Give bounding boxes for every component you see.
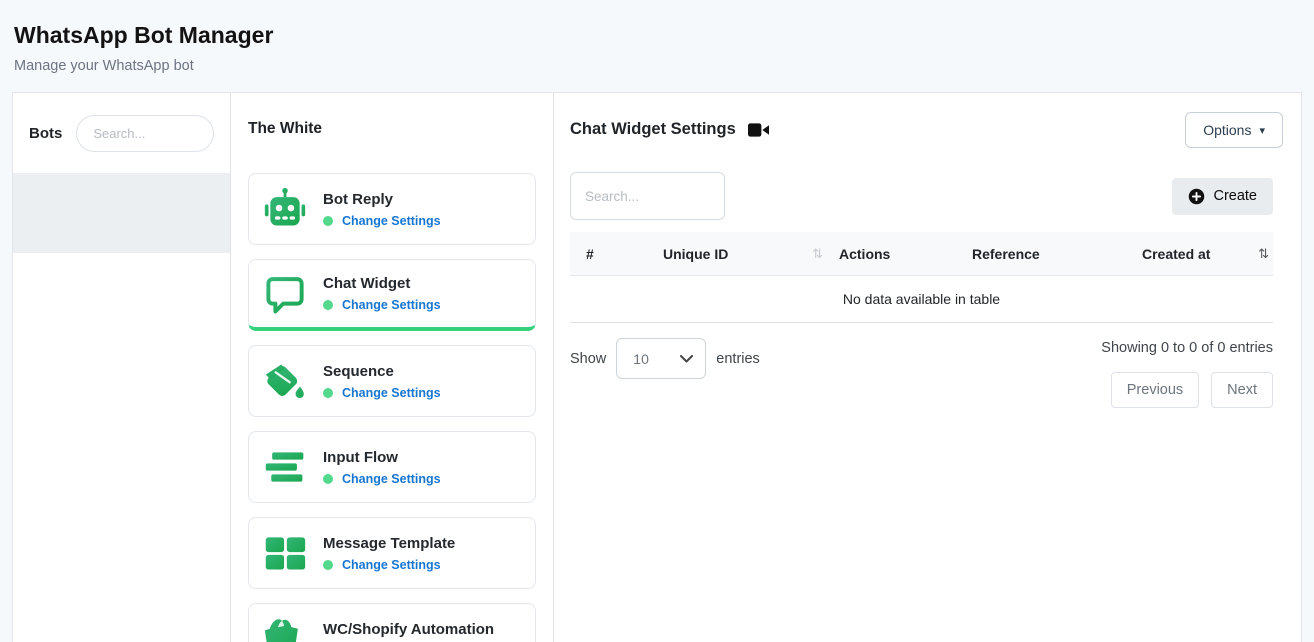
feature-card-chat-widget[interactable]: Chat Widget Change Settings — [248, 259, 536, 331]
feature-title: Message Template — [323, 535, 455, 552]
status-dot-icon — [323, 216, 333, 226]
status-dot-icon — [323, 560, 333, 570]
change-settings-link[interactable]: Change Settings — [342, 472, 441, 486]
entries-summary: Showing 0 to 0 of 0 entries — [1101, 340, 1273, 356]
previous-button[interactable]: Previous — [1111, 372, 1199, 408]
plus-circle-icon — [1188, 188, 1205, 205]
bots-sidebar: Bots — [13, 93, 231, 642]
options-button-label: Options — [1203, 122, 1251, 138]
column-header-unique-id[interactable]: Unique ID ⇅ — [647, 246, 823, 262]
column-header-created-at[interactable]: Created at ⇅ — [1126, 246, 1273, 262]
page-title: WhatsApp Bot Manager — [14, 22, 1300, 49]
shopify-bag-icon — [263, 617, 307, 642]
table-search-input[interactable] — [570, 172, 725, 220]
page-subtitle: Manage your WhatsApp bot — [14, 58, 1300, 74]
page-size-select[interactable]: 10 — [616, 338, 706, 379]
settings-heading: Chat Widget Settings — [570, 120, 736, 139]
bot-list-item-selected[interactable] — [13, 173, 230, 253]
fill-drip-icon — [263, 359, 307, 403]
entries-label: entries — [716, 351, 760, 367]
feature-card-wc-shopify-automation[interactable]: WC/Shopify Automation Change Settings — [248, 603, 536, 642]
bots-header: Bots — [13, 93, 230, 173]
change-settings-link[interactable]: Change Settings — [342, 214, 441, 228]
create-button[interactable]: Create — [1172, 178, 1273, 215]
feature-card-bot-reply[interactable]: Bot Reply Change Settings — [248, 173, 536, 245]
options-button[interactable]: Options ▾ — [1185, 112, 1283, 148]
column-header-actions[interactable]: Actions — [823, 246, 956, 262]
settings-panel: Chat Widget Settings Options ▾ — [554, 93, 1301, 642]
status-dot-icon — [323, 300, 333, 310]
page-size-value: 10 — [633, 351, 649, 367]
feature-title: Bot Reply — [323, 191, 441, 208]
chat-widget-table: # Unique ID ⇅ Actions Reference Created … — [570, 232, 1273, 323]
column-header-reference[interactable]: Reference — [956, 246, 1126, 262]
bots-heading: Bots — [29, 125, 62, 142]
chat-bubble-icon — [263, 272, 307, 316]
feature-card-input-flow[interactable]: Input Flow Change Settings — [248, 431, 536, 503]
change-settings-link[interactable]: Change Settings — [342, 298, 441, 312]
page-header: WhatsApp Bot Manager Manage your WhatsAp… — [0, 0, 1314, 92]
grid-icon — [263, 531, 307, 575]
feature-title: WC/Shopify Automation — [323, 621, 494, 638]
sort-icon[interactable]: ⇅ — [812, 246, 823, 262]
next-button[interactable]: Next — [1211, 372, 1273, 408]
column-header-number[interactable]: # — [570, 246, 647, 262]
feature-title: Input Flow — [323, 449, 441, 466]
bots-search-input[interactable] — [76, 115, 214, 152]
create-button-label: Create — [1213, 188, 1257, 204]
features-column: The White Bot Reply — [231, 93, 554, 642]
feature-title: Sequence — [323, 363, 441, 380]
table-empty-message: No data available in table — [570, 276, 1273, 323]
feature-card-sequence[interactable]: Sequence Change Settings — [248, 345, 536, 417]
bars-staggered-icon — [263, 445, 307, 489]
selected-bot-name: The White — [248, 120, 536, 138]
feature-card-message-template[interactable]: Message Template Change Settings — [248, 517, 536, 589]
robot-icon — [263, 187, 307, 231]
status-dot-icon — [323, 474, 333, 484]
caret-down-icon: ▾ — [1259, 124, 1265, 137]
video-camera-icon[interactable] — [748, 122, 769, 138]
status-dot-icon — [323, 388, 333, 398]
main-panel: Bots The White — [12, 92, 1302, 642]
show-label: Show — [570, 351, 606, 367]
feature-title: Chat Widget — [323, 275, 441, 292]
change-settings-link[interactable]: Change Settings — [342, 386, 441, 400]
chevron-down-icon — [680, 355, 693, 363]
table-header-row: # Unique ID ⇅ Actions Reference Created … — [570, 232, 1273, 276]
sort-icon[interactable]: ⇅ — [1258, 246, 1269, 262]
change-settings-link[interactable]: Change Settings — [342, 558, 441, 572]
